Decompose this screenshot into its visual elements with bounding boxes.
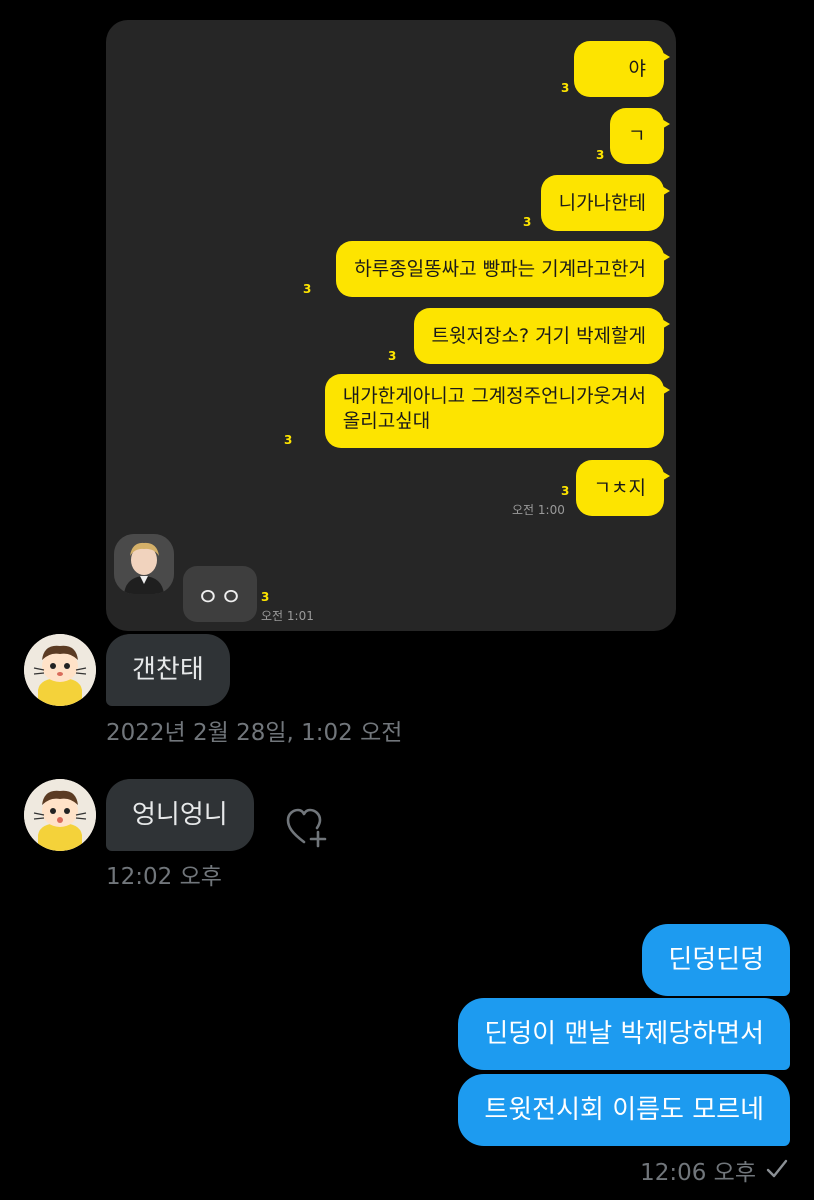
unread-count: 3	[261, 590, 270, 604]
profile-photo	[114, 534, 174, 594]
kakao-message-bubble: ㄱㅊ지	[575, 460, 671, 516]
message-timestamp: 2022년 2월 28일, 1:02 오전	[106, 720, 403, 746]
unread-count: 3	[388, 349, 397, 363]
unread-count: 3	[596, 148, 605, 162]
message-timestamp: 12:06 오후	[640, 1160, 756, 1186]
avatar[interactable]	[24, 779, 96, 851]
sent-message[interactable]: 트윗전시회 이름도 모르네	[458, 1074, 790, 1146]
unread-count: 3	[284, 433, 293, 447]
message-line: 올리고싶대	[342, 410, 431, 432]
unread-count: 3	[303, 282, 312, 296]
kakao-message-bubble: 내가한게아니고 그계정주언니가웃겨서 올리고싶대	[324, 374, 671, 448]
received-message[interactable]: 엉니엉니	[106, 779, 254, 851]
unread-count: 3	[561, 484, 570, 498]
heart-plus-icon[interactable]	[284, 804, 330, 850]
kakao-message-bubble: 니가나한테	[540, 175, 671, 231]
sent-message[interactable]: 딘덩이 맨날 박제당하면서	[458, 998, 790, 1070]
kakao-message-bubble: 하루종일똥싸고 빵파는 기계라고한거	[336, 241, 670, 297]
message-timestamp: 12:02 오후	[106, 864, 222, 890]
kakao-message-bubble: 야	[574, 41, 670, 97]
sent-message[interactable]: 딘덩딘덩	[642, 924, 790, 996]
kakao-message-bubble: ㄱ	[610, 108, 670, 164]
received-message[interactable]: 갠찬태	[106, 634, 230, 706]
kakao-message-bubble: 트윗저장소? 거기 박제할게	[413, 308, 671, 364]
checkmark-icon	[764, 1156, 790, 1182]
kakao-reply-bubble: ㅇㅇ	[183, 566, 257, 622]
avatar[interactable]	[24, 634, 96, 706]
message-line: 내가한게아니고 그계정주언니가웃겨서	[342, 385, 646, 407]
message-time: 오전 1:00	[512, 503, 565, 517]
unread-count: 3	[523, 215, 532, 229]
unread-count: 3	[561, 81, 570, 95]
message-time: 오전 1:01	[261, 609, 314, 623]
